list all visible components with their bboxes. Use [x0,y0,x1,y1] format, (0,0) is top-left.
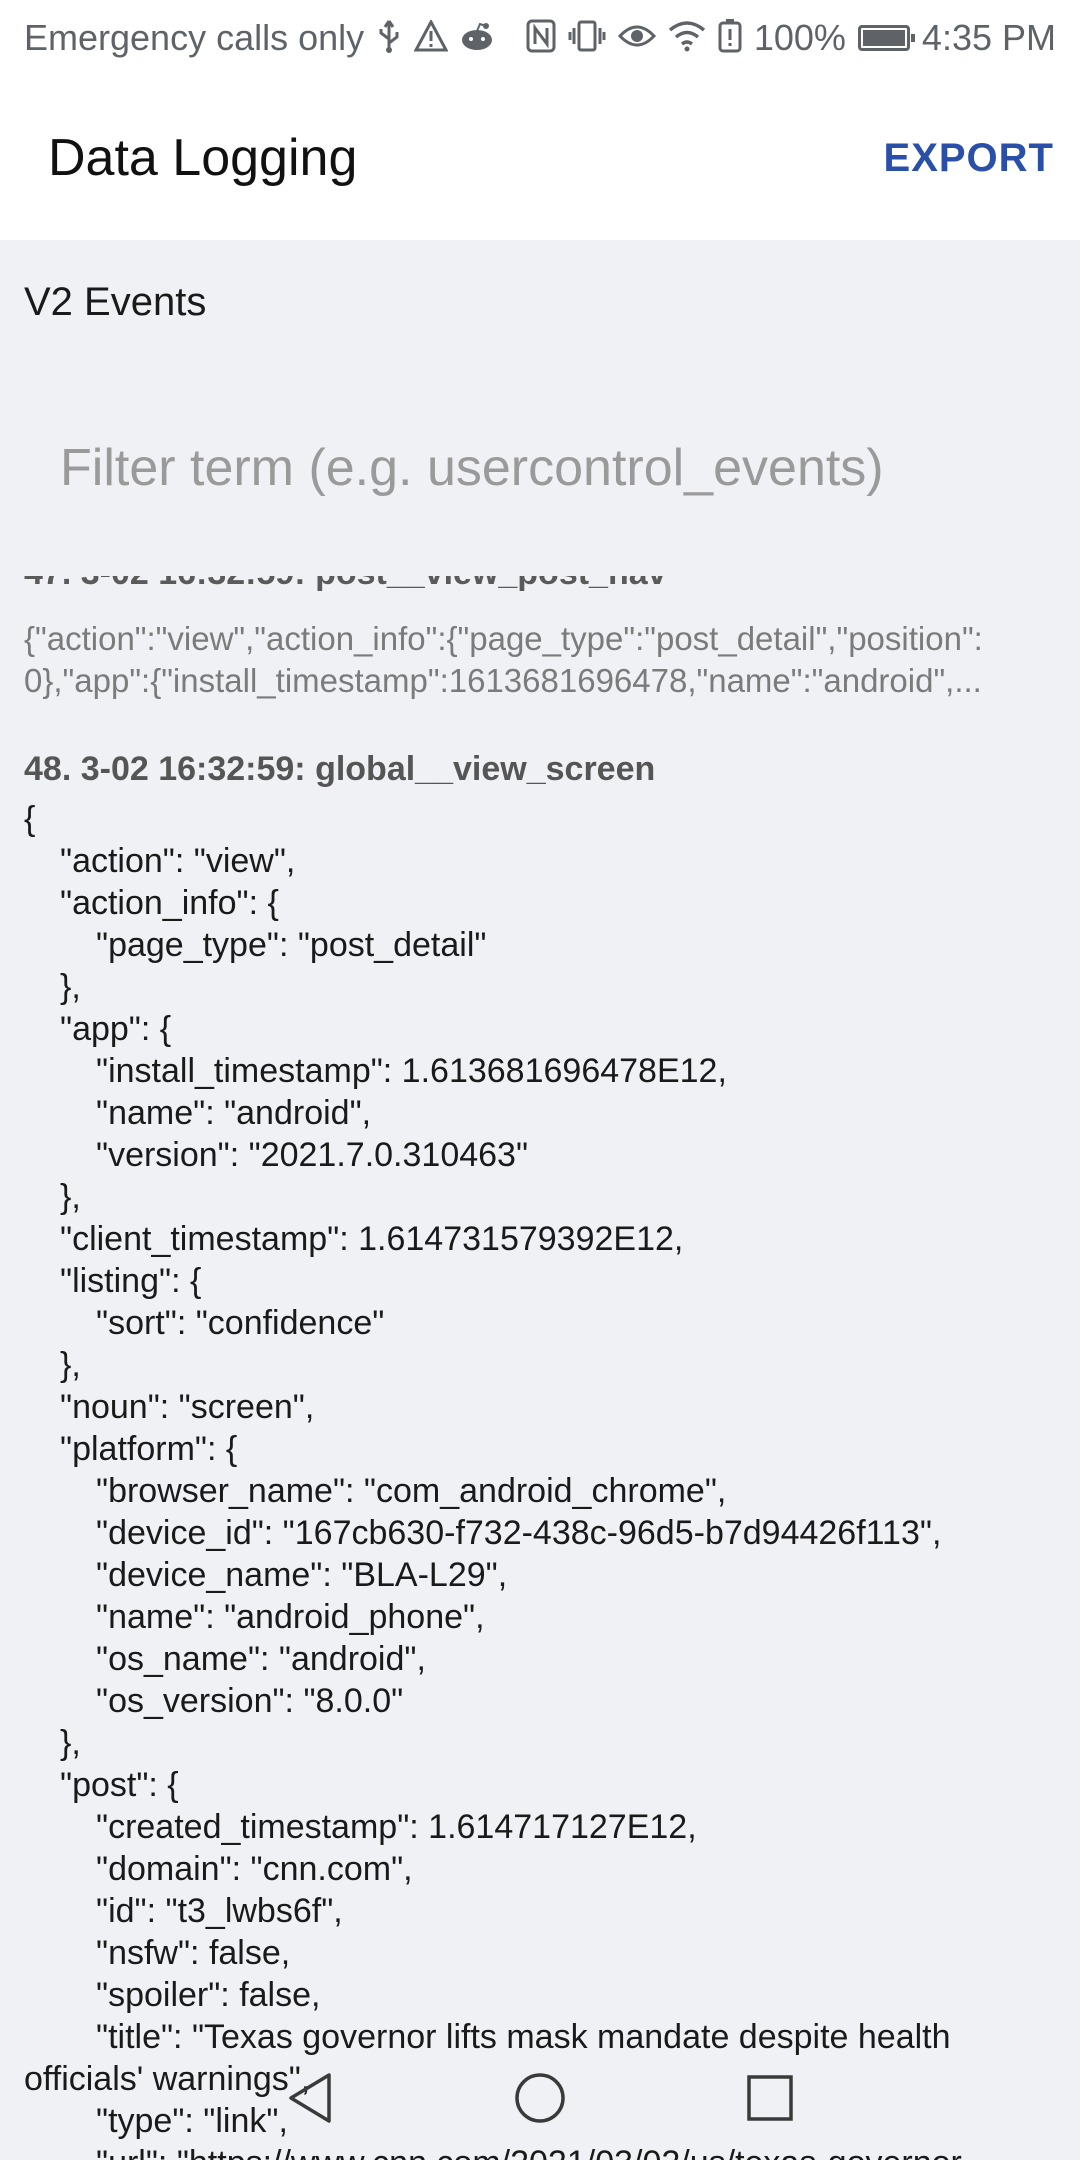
filter-input[interactable] [24,420,1056,516]
battery-percent: 100% [753,17,846,58]
json-line: "created_timestamp": 1.614717127E12, [96,1808,697,1846]
json-line: }, [60,1346,81,1384]
back-icon [285,2071,335,2130]
json-line: "client_timestamp": 1.614731579392E12, [60,1220,684,1258]
json-line: "sort": "confidence" [96,1304,385,1342]
section-title: V2 Events [24,280,207,324]
export-button[interactable]: EXPORT [884,136,1054,181]
json-line: "page_type": "post_detail" [96,926,487,964]
reddit-icon [460,21,494,56]
vibrate-icon [568,19,606,58]
prev-entry-summary[interactable]: {"action":"view","action_info":{"page_ty… [24,618,1060,702]
json-line: "noun": "screen", [60,1388,315,1426]
json-line: "action": "view", [60,842,296,880]
json-line: "version": "2021.7.0.310463" [96,1136,529,1174]
usb-icon [376,19,402,58]
json-line: { [24,800,36,838]
json-line: "spoiler": false, [96,1976,321,2014]
battery-level-fill [862,30,905,46]
json-line: "os_name": "android", [96,1640,426,1678]
eye-icon [617,22,656,55]
home-button[interactable] [510,2070,570,2130]
carrier-text: Emergency calls only [24,17,365,58]
battery-alert-icon [718,18,742,58]
nfc-icon [526,19,556,58]
content-area[interactable]: V2 Events 47. 3-02 16:32:59: post__view_… [0,240,1080,2160]
json-line: "name": "android_phone", [96,1598,485,1636]
prev-entry-header: 47. 3-02 16:32:59: post__view_post_nav [24,576,667,593]
status-left: Emergency calls only [24,17,494,59]
status-bar: Emergency calls only 100% 4:35 PM [0,0,1080,76]
entry-header: 48. 3-02 16:32:59: global__view_screen [24,750,656,788]
json-line: "device_name": "BLA-L29", [96,1556,508,1594]
home-icon [513,2071,567,2130]
json-line: "os_version": "8.0.0" [96,1682,404,1720]
json-line: "listing": { [60,1262,202,1300]
recents-icon [746,2074,794,2127]
json-line: "name": "android", [96,1094,372,1132]
summary-line: {"action":"view","action_info":{"page_ty… [24,620,983,657]
json-line: "device_id": "167cb630-f732-438c-96d5-b7… [96,1514,942,1552]
json-line: }, [60,1178,81,1216]
json-line: }, [60,1724,81,1762]
json-line: "action_info": { [60,884,279,922]
battery-icon [857,25,915,51]
app-bar: Data Logging EXPORT [0,76,1080,240]
entry-json[interactable]: { "action": "view", "action_info": { "page_… [24,798,1060,2160]
wifi-icon [668,20,706,57]
status-right: 100% 4:35 PM [526,17,1056,59]
warning-icon [413,18,449,57]
clock: 4:35 PM [921,17,1056,58]
json-line: }, [60,968,81,1006]
json-line: "domain": "cnn.com", [96,1850,413,1888]
back-button[interactable] [280,2070,340,2130]
json-line: "url": "https://www.cnn.com/2021/03/02/u… [24,2142,1060,2160]
json-line: "install_timestamp": 1.613681696478E12, [96,1052,727,1090]
json-line: "nsfw": false, [96,1934,291,1972]
recents-button[interactable] [740,2070,800,2130]
json-line: "app": { [60,1010,172,1048]
summary-line: 0},"app":{"install_timestamp":1613681696… [24,662,982,699]
json-line: "id": "t3_lwbs6f", [96,1892,343,1930]
page-title: Data Logging [48,129,358,187]
navigation-bar [0,2060,1080,2140]
json-line: "browser_name": "com_android_chrome", [96,1472,727,1510]
json-line: "post": { [60,1766,179,1804]
json-line: "platform": { [60,1430,238,1468]
log-list[interactable]: 47. 3-02 16:32:59: post__view_post_nav {… [0,576,1080,2160]
